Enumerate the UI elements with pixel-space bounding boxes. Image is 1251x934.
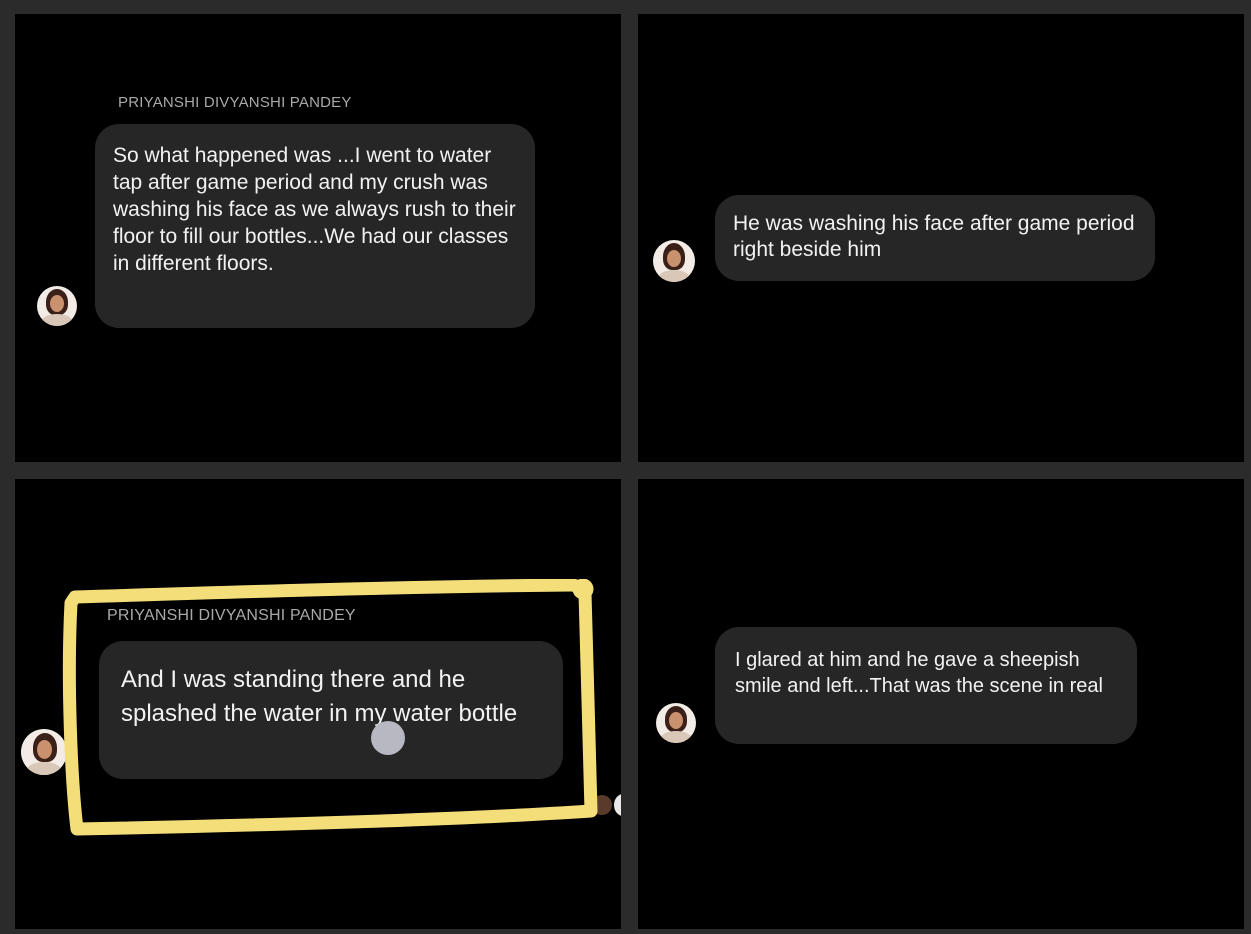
message-bubble[interactable]: So what happened was ...I went to water … <box>95 124 535 328</box>
message-text: And I was standing there and he splashed… <box>121 666 518 727</box>
sender-name: PRIYANSHI DIVYANSHI PANDEY <box>118 94 352 111</box>
partial-avatar-icon <box>592 795 612 815</box>
chat-panel-2: He was washing his face after game perio… <box>638 14 1244 462</box>
message-text: He was washing his face after game perio… <box>733 212 1135 261</box>
message-bubble[interactable]: He was washing his face after game perio… <box>715 195 1155 281</box>
chat-panel-3: PRIYANSHI DIVYANSHI PANDEY And I was sta… <box>15 479 621 929</box>
message-text: So what happened was ...I went to water … <box>113 144 516 275</box>
message-bubble[interactable]: And I was standing there and he splashed… <box>99 641 563 779</box>
avatar-icon[interactable] <box>653 240 695 282</box>
touch-indicator-icon <box>371 721 405 755</box>
avatar-icon[interactable] <box>21 729 67 775</box>
sender-name: PRIYANSHI DIVYANSHI PANDEY <box>107 607 356 624</box>
chat-panel-4: I glared at him and he gave a sheepish s… <box>638 479 1244 929</box>
avatar-icon[interactable] <box>37 286 77 326</box>
message-text: I glared at him and he gave a sheepish s… <box>735 649 1103 697</box>
message-bubble[interactable]: I glared at him and he gave a sheepish s… <box>715 627 1137 744</box>
chat-panel-1: PRIYANSHI DIVYANSHI PANDEY So what happe… <box>15 14 621 462</box>
avatar-icon[interactable] <box>656 703 696 743</box>
partial-avatar-icon <box>614 794 621 816</box>
